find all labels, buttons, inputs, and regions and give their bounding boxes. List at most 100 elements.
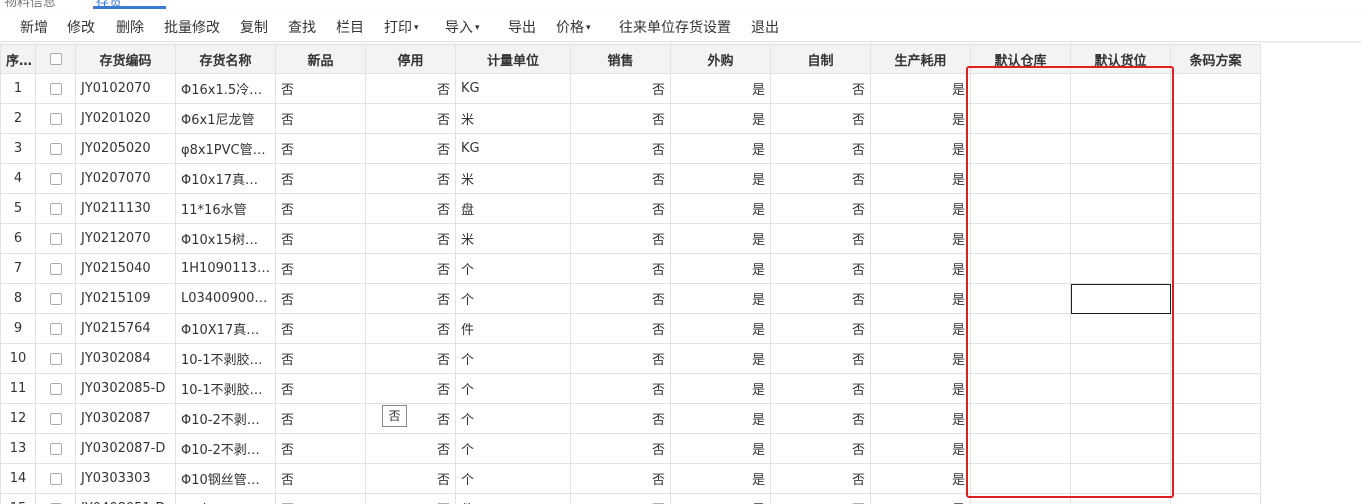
- row-select-cell[interactable]: [35, 163, 76, 194]
- table-cell[interactable]: 否: [275, 223, 366, 254]
- table-cell[interactable]: 是: [870, 343, 971, 374]
- table-cell[interactable]: 个: [455, 283, 571, 314]
- table-cell[interactable]: 是: [670, 253, 771, 284]
- table-cell[interactable]: 是: [870, 283, 971, 314]
- table-cell[interactable]: 是: [670, 163, 771, 194]
- table-cell[interactable]: φ8x1PVC管…: [175, 133, 276, 164]
- stop-use-dropdown-chip[interactable]: 否: [382, 405, 407, 427]
- table-cell[interactable]: 否: [275, 193, 366, 224]
- table-cell[interactable]: 否: [275, 373, 366, 404]
- table-cell[interactable]: 否: [365, 463, 456, 494]
- table-cell[interactable]: 否: [770, 433, 871, 464]
- table-cell[interactable]: 否: [365, 433, 456, 464]
- table-cell[interactable]: 是: [870, 433, 971, 464]
- table-cell[interactable]: [1170, 343, 1261, 374]
- row-select-cell[interactable]: [35, 103, 76, 134]
- table-cell[interactable]: 是: [870, 403, 971, 434]
- table-cell[interactable]: [970, 433, 1071, 464]
- table-cell[interactable]: Φ10-2不剥…: [175, 433, 276, 464]
- toolbar-button-3[interactable]: 批量修改: [164, 17, 220, 37]
- row-checkbox[interactable]: [49, 442, 62, 455]
- table-cell[interactable]: [1170, 433, 1261, 464]
- select-all-checkbox[interactable]: [49, 53, 62, 65]
- table-cell[interactable]: 个: [455, 463, 571, 494]
- table-cell[interactable]: JY0212070: [75, 223, 176, 254]
- table-row[interactable]: 1 JY0102070 Φ16x1.5冷… 否否 KG 否是否是: [0, 73, 1261, 104]
- table-cell[interactable]: 3: [0, 133, 36, 164]
- table-cell[interactable]: [970, 193, 1071, 224]
- table-cell[interactable]: [1170, 193, 1261, 224]
- row-select-cell[interactable]: [35, 373, 76, 404]
- table-cell[interactable]: 否: [275, 283, 366, 314]
- table-cell[interactable]: 是: [670, 463, 771, 494]
- table-cell[interactable]: [1070, 73, 1171, 104]
- table-cell[interactable]: 个: [455, 343, 571, 374]
- table-cell[interactable]: 15: [0, 493, 36, 504]
- table-cell[interactable]: Φ10X17真…: [175, 313, 276, 344]
- table-cell[interactable]: 否: [770, 73, 871, 104]
- table-cell[interactable]: 否: [275, 103, 366, 134]
- table-cell[interactable]: 否: [365, 133, 456, 164]
- table-cell[interactable]: Φ6x1尼龙管: [175, 103, 276, 134]
- table-cell[interactable]: 10: [0, 343, 36, 374]
- table-cell[interactable]: 否: [570, 373, 671, 404]
- table-cell[interactable]: 11*16水管: [175, 193, 276, 224]
- column-header[interactable]: 默认货位: [1070, 44, 1171, 74]
- table-cell[interactable]: 否: [570, 223, 671, 254]
- column-header[interactable]: 停用: [365, 44, 456, 74]
- table-cell[interactable]: JY0302085-D: [75, 373, 176, 404]
- table-cell[interactable]: 否: [365, 223, 456, 254]
- table-cell[interactable]: 否: [570, 133, 671, 164]
- table-cell[interactable]: 米: [455, 103, 571, 134]
- table-cell[interactable]: 12: [0, 403, 36, 434]
- table-cell[interactable]: [1070, 313, 1171, 344]
- table-cell[interactable]: 2: [0, 103, 36, 134]
- column-header[interactable]: 序号: [0, 44, 36, 74]
- table-cell[interactable]: 否: [275, 73, 366, 104]
- table-cell[interactable]: L034009006…: [175, 283, 276, 314]
- table-cell[interactable]: 米: [455, 223, 571, 254]
- toolbar-button-5[interactable]: 查找: [288, 17, 316, 37]
- table-cell[interactable]: JY0302087-D: [75, 433, 176, 464]
- table-cell[interactable]: [1170, 223, 1261, 254]
- table-cell[interactable]: [1070, 103, 1171, 134]
- row-select-cell[interactable]: [35, 313, 76, 344]
- table-cell[interactable]: 8: [0, 283, 36, 314]
- table-cell[interactable]: 是: [670, 433, 771, 464]
- table-cell[interactable]: 否: [570, 463, 671, 494]
- table-cell[interactable]: 否: [570, 193, 671, 224]
- table-cell[interactable]: 否: [770, 463, 871, 494]
- table-cell[interactable]: 盘: [455, 193, 571, 224]
- table-cell[interactable]: 否: [570, 343, 671, 374]
- table-cell[interactable]: 7: [0, 253, 36, 284]
- table-cell[interactable]: 1: [0, 73, 36, 104]
- table-cell[interactable]: [1070, 283, 1171, 314]
- table-cell[interactable]: 否: [570, 73, 671, 104]
- toolbar-button-7[interactable]: 打印 ▾: [384, 17, 419, 37]
- table-cell[interactable]: 否: [275, 403, 366, 434]
- table-cell[interactable]: JY0408051-D: [75, 493, 176, 504]
- table-row[interactable]: 5 JY0211130 11*16水管否否盘否是否是: [0, 193, 1261, 224]
- row-checkbox[interactable]: [49, 322, 62, 335]
- column-header[interactable]: 新品: [275, 44, 366, 74]
- table-cell[interactable]: 否: [770, 253, 871, 284]
- table-row[interactable]: 8 JY0215109 L034009006… 否否个否是否是: [0, 283, 1261, 314]
- table-cell[interactable]: 否: [570, 103, 671, 134]
- table-cell[interactable]: 米: [455, 163, 571, 194]
- table-cell[interactable]: [1170, 463, 1261, 494]
- table-cell[interactable]: 否: [570, 163, 671, 194]
- table-cell[interactable]: 是: [870, 133, 971, 164]
- table-cell[interactable]: Φ10钢丝管…: [175, 463, 276, 494]
- table-cell[interactable]: 否: [365, 283, 456, 314]
- table-cell[interactable]: [1070, 193, 1171, 224]
- table-cell[interactable]: 否: [275, 493, 366, 504]
- row-select-cell[interactable]: [35, 433, 76, 464]
- table-cell[interactable]: 否: [770, 493, 871, 504]
- table-cell[interactable]: 是: [670, 493, 771, 504]
- column-header[interactable]: 生产耗用: [870, 44, 971, 74]
- table-cell[interactable]: [1070, 343, 1171, 374]
- table-row[interactable]: 4 JY0207070 Φ10x17真空… 否否米否是否是: [0, 163, 1261, 194]
- table-cell[interactable]: [1170, 253, 1261, 284]
- table-cell[interactable]: 是: [870, 223, 971, 254]
- table-cell[interactable]: 否: [570, 253, 671, 284]
